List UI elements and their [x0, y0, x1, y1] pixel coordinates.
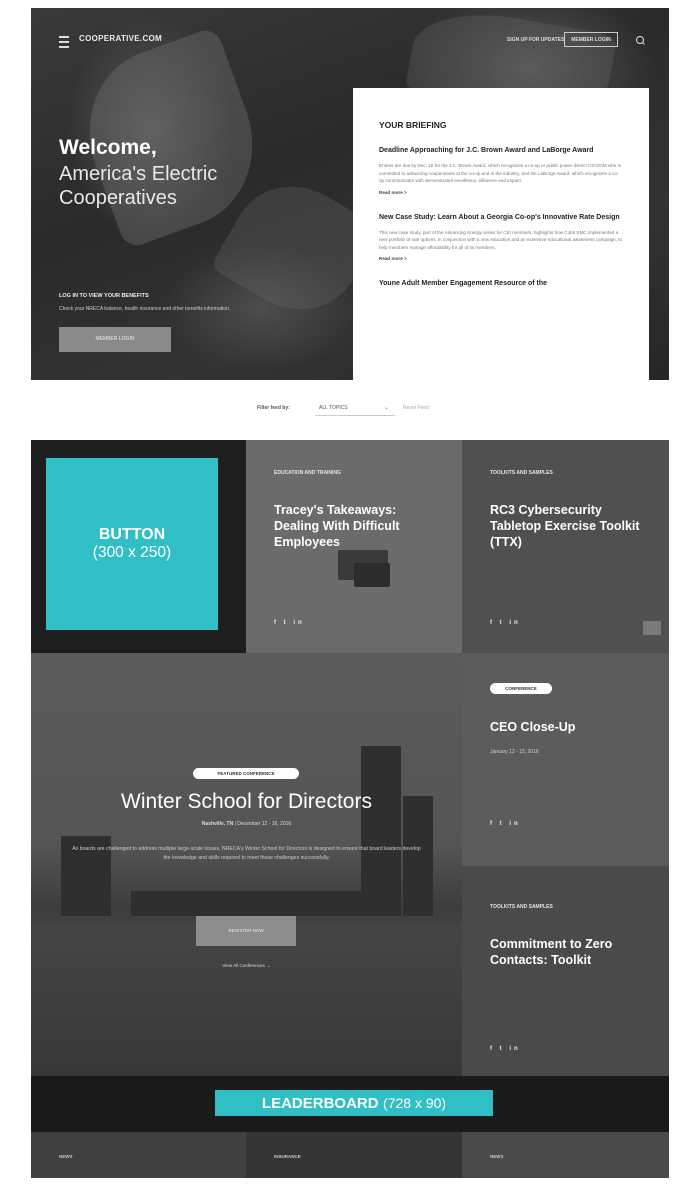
hero-tagline: America's Electric Cooperatives — [59, 163, 218, 209]
card-title[interactable]: RC3 Cybersecurity Tabletop Exercise Tool… — [490, 502, 650, 550]
card-category: TOOLKITS AND SAMPLES — [490, 904, 553, 910]
leaderboard-size: (728 x 90) — [383, 1095, 447, 1111]
expand-icon[interactable] — [643, 621, 661, 635]
content-grid: BUTTON (300 x 250) EDUCATION AND TRAININ… — [31, 440, 669, 1076]
sign-up-link[interactable]: SIGN UP FOR UPDATES — [507, 37, 564, 43]
preview-category: NEWS — [59, 1154, 73, 1159]
reset-feed-link[interactable]: Reset Feed — [403, 405, 429, 411]
skyline-building — [361, 746, 401, 916]
read-more-link[interactable]: Read more > — [379, 190, 623, 195]
card-category: EDUCATION AND TRAINING — [274, 470, 341, 476]
hero-login-button[interactable]: MEMBER LOGIN — [59, 327, 171, 352]
hero-section: COOPERATIVE.COM SIGN UP FOR UPDATES MEMB… — [31, 8, 669, 380]
featured-badge: FEATURED CONFERENCE — [193, 768, 299, 779]
card-commitment-to-zero[interactable]: TOOLKITS AND SAMPLES Commitment to Zero … — [462, 866, 669, 1076]
briefing-item[interactable]: Deadline Approaching for J.C. Brown Awar… — [379, 146, 623, 195]
conference-description: As boards are challenged to address mult… — [72, 846, 421, 861]
preview-category: NEWS — [490, 1154, 504, 1159]
preview-category: INSURANCE — [274, 1154, 301, 1159]
topic-select[interactable]: ALL TOPICS ⌄ — [315, 400, 395, 416]
card-dates: January 12 - 15, 2016 — [490, 749, 539, 755]
register-button[interactable]: REGISTER NOW — [196, 916, 296, 946]
briefing-item[interactable]: Youne Adult Member Engagement Resource o… — [379, 279, 623, 289]
ad-size: (300 x 250) — [92, 544, 172, 561]
preview-card[interactable]: NEWS — [462, 1132, 669, 1178]
page: COOPERATIVE.COM SIGN UP FOR UPDATES MEMB… — [31, 8, 669, 1178]
menu-icon[interactable] — [59, 36, 69, 48]
leaderboard-label: LEADERBOARD — [261, 1095, 379, 1112]
card-title[interactable]: Commitment to Zero Contacts: Toolkit — [490, 936, 650, 968]
conference-meta: Nashville, TN | December 12 - 16, 2016 — [31, 821, 462, 827]
briefing-item[interactable]: New Case Study: Learn About a Georgia Co… — [379, 213, 623, 262]
briefing-headline[interactable]: Youne Adult Member Engagement Resource o… — [379, 279, 623, 289]
briefing-body: Entries are due by Dec. 18 for the J.C. … — [379, 163, 621, 183]
briefing-title: YOUR BRIEFING — [379, 120, 447, 130]
preview-card[interactable]: NEWS — [31, 1132, 246, 1178]
conference-dates: December 12 - 16, 2016 — [237, 821, 292, 827]
benefits-title: LOG IN TO VIEW YOUR BENEFITS — [59, 293, 149, 299]
card-rc3-toolkit[interactable]: TOOLKITS AND SAMPLES RC3 Cybersecurity T… — [462, 440, 669, 653]
briefing-body: This new case study, part of the Advanci… — [379, 229, 623, 250]
button-ad-placeholder[interactable]: BUTTON (300 x 250) — [46, 458, 218, 630]
ad-label: BUTTON — [98, 526, 166, 543]
social-share-icons[interactable]: f t in — [490, 1046, 521, 1052]
chevron-down-icon: ⌄ — [383, 405, 389, 411]
read-more-link[interactable]: Read more > — [379, 256, 623, 261]
chat-illustration — [354, 563, 390, 587]
briefing-headline[interactable]: Deadline Approaching for J.C. Brown Awar… — [379, 146, 623, 156]
social-share-icons[interactable]: f t in — [490, 821, 521, 827]
search-icon[interactable] — [636, 36, 644, 44]
social-share-icons[interactable]: f t in — [274, 620, 305, 626]
briefing-panel: YOUR BRIEFING Deadline Approaching for J… — [353, 88, 649, 380]
topic-select-value: ALL TOPICS — [319, 405, 348, 411]
view-all-conferences-link[interactable]: View All Conferences → — [31, 963, 462, 968]
leaderboard-ad-placeholder[interactable]: LEADERBOARD (728 x 90) — [215, 1090, 493, 1116]
next-row-preview: NEWS INSURANCE NEWS — [31, 1132, 669, 1178]
preview-card[interactable]: INSURANCE — [246, 1132, 462, 1178]
member-login-button[interactable]: MEMBER LOGIN — [564, 32, 618, 47]
conference-badge: CONFERENCE — [490, 683, 552, 694]
social-share-icons[interactable]: f t in — [490, 620, 521, 626]
skyline-building — [131, 891, 361, 916]
ad-slot-cell: BUTTON (300 x 250) — [31, 440, 246, 653]
featured-conference-card[interactable]: FEATURED CONFERENCE Winter School for Di… — [31, 653, 462, 1076]
leaderboard-ad-row: LEADERBOARD (728 x 90) — [31, 1076, 669, 1132]
card-category: TOOLKITS AND SAMPLES — [490, 470, 553, 476]
site-logo[interactable]: COOPERATIVE.COM — [79, 34, 162, 43]
card-title[interactable]: CEO Close-Up — [490, 719, 650, 735]
conference-title[interactable]: Winter School for Directors — [31, 790, 462, 814]
card-ceo-close-up[interactable]: CONFERENCE CEO Close-Up January 12 - 15,… — [462, 653, 669, 866]
river-reflection — [31, 926, 462, 1076]
benefits-text: Check your NRECA balance, health insuran… — [59, 306, 231, 312]
conference-location: Nashville, TN — [201, 821, 234, 827]
feed-filter: Filter feed by: ALL TOPICS ⌄ Reset Feed — [31, 396, 669, 422]
briefing-headline[interactable]: New Case Study: Learn About a Georgia Co… — [379, 213, 623, 223]
card-traceys-takeaways[interactable]: EDUCATION AND TRAINING Tracey's Takeaway… — [246, 440, 462, 653]
filter-label: Filter feed by: — [257, 405, 290, 411]
top-nav: COOPERATIVE.COM SIGN UP FOR UPDATES MEMB… — [31, 8, 669, 70]
welcome-heading: Welcome, — [59, 136, 157, 159]
card-title[interactable]: Tracey's Takeaways: Dealing With Difficu… — [274, 502, 434, 550]
